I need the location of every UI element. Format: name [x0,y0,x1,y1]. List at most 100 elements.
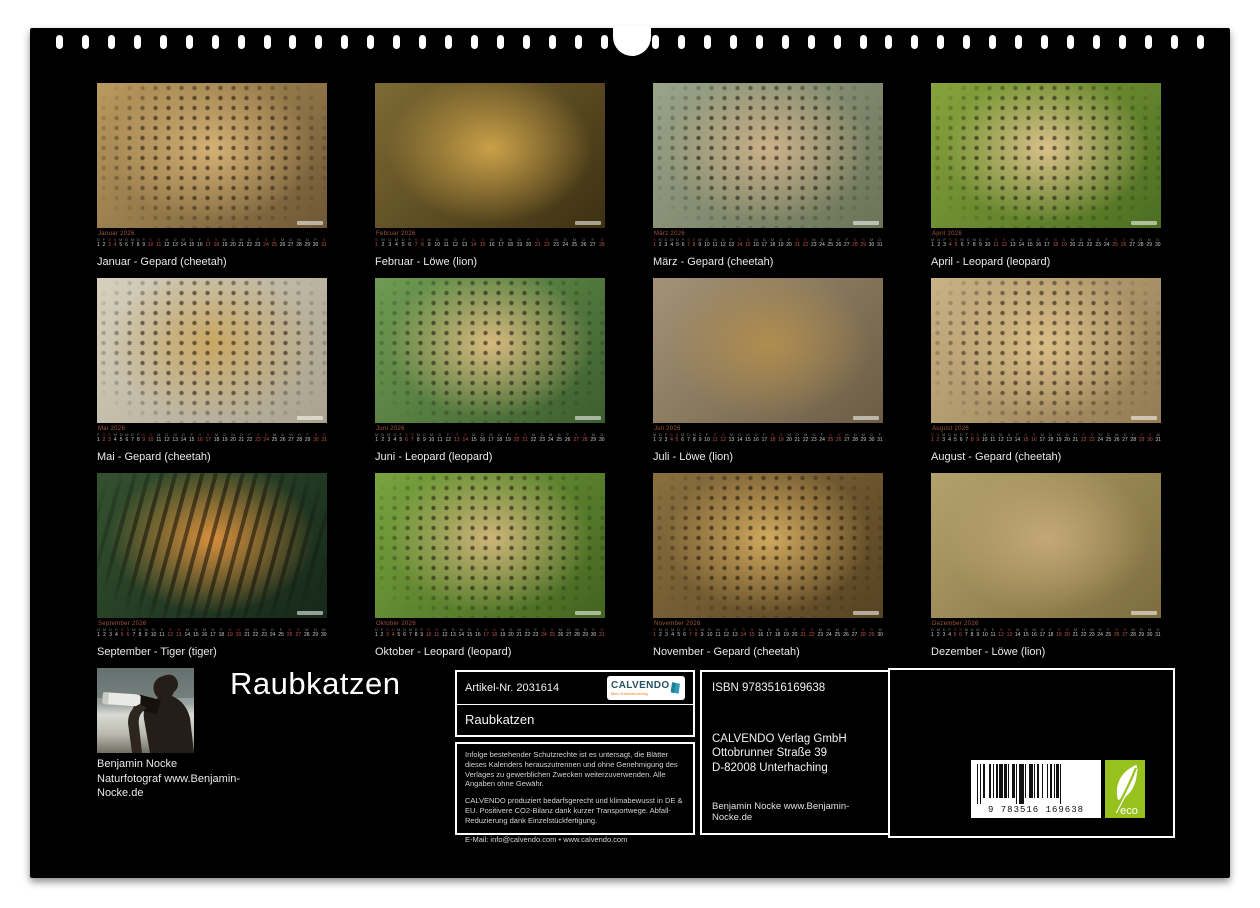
mini-calendar-day: S21 [522,433,528,443]
mini-calendar-day: S29 [869,628,875,638]
mini-calendar-day: D23 [1095,238,1101,248]
mini-calendar-day: D24 [562,238,568,248]
mini-calendar-day: M15 [745,433,751,443]
mini-calendar-day: S28 [599,238,605,248]
mini-calendar-day: M20 [786,433,792,443]
mini-calendar-day: D5 [677,628,680,638]
mini-calendar-day: F26 [565,433,571,443]
mini-calendar-day: S21 [795,238,801,248]
mini-calendar-day: M2 [381,238,384,248]
mini-calendar-day: S22 [803,238,809,248]
mini-calendar-day: M21 [244,628,250,638]
mini-calendar-day: D17 [210,628,216,638]
mini-calendar-day: S11 [434,628,439,638]
mini-calendar-day: S27 [1122,628,1128,638]
mini-calendar-day: D1 [931,628,934,638]
mini-calendar-day: D10 [434,238,440,248]
mini-calendar-day: S3 [386,628,389,638]
binding-hole [704,35,711,49]
mini-calendar-day: D12 [724,628,730,638]
mini-calendar-day: F13 [729,238,735,248]
mini-calendar-day: D15 [1023,628,1029,638]
mini-calendar-day: M27 [1129,238,1135,248]
mini-calendar-day: S4 [670,433,673,443]
mini-calendar-day: M7 [409,628,412,638]
calendar-back-page: Januar 2026D1F2S3S4M5D6M7D8F9S10S11M12D1… [30,28,1230,878]
binding-hole [445,35,452,49]
mini-calendar-day: M9 [976,628,979,638]
mini-calendar-day: M23 [818,628,824,638]
mini-calendar-day: F6 [683,628,686,638]
mini-calendar-day: M23 [1089,628,1095,638]
mini-calendar-day: S4 [392,628,395,638]
calvendo-page-icon [670,679,681,697]
eco-leaf-icon: eco [1105,760,1145,818]
mini-calendar-day: S12 [167,628,173,638]
mini-calendar: Juli 2026M1D2F3S4S5M6D7M8D9F10S11S12M13D… [653,426,883,447]
mini-calendar-day: D6 [960,433,963,443]
mini-calendar-day: D17 [766,628,772,638]
mini-calendar-day: D3 [109,628,112,638]
mini-calendar-day: S8 [693,238,696,248]
article-title: Raubkatzen [457,705,693,734]
mini-calendar-day: M24 [548,433,554,443]
mini-calendar-day: S9 [142,433,145,443]
mini-calendar-day: F29 [305,433,311,443]
mini-calendar-day: M26 [1114,433,1120,443]
publisher-box: ISBN 9783516169638 CALVENDO Verlag GmbH … [700,670,890,835]
binding-hole [1067,35,1074,49]
mini-calendar-day: S4 [949,238,952,248]
mini-calendar-day: M6 [125,433,128,443]
binding-hole [963,35,970,49]
month-cell: Mai 2026F1S2S3M4D5M6D7F8S9S10M11D12M13D1… [97,278,327,463]
mini-calendar-day: D24 [1097,628,1103,638]
mini-calendar-day: M3 [942,433,945,443]
mini-calendar-day: F9 [142,238,145,248]
barcode-bars [977,764,1095,804]
mini-calendar-day: D6 [125,238,128,248]
mini-calendar-day: M2 [658,238,661,248]
mini-calendar-day: S11 [712,433,717,443]
mini-calendar-day: S22 [544,238,550,248]
month-label: Dezember - Löwe (lion) [931,646,1161,658]
publisher-city: D-82008 Unterhaching [712,761,878,775]
photographer-credit: Benjamin Nocke www.Benjamin-Nocke.de [712,801,878,823]
mini-calendar-day: D12 [452,238,458,248]
mini-calendar-day: D7 [967,238,970,248]
mini-calendar-day: D19 [222,433,228,443]
mini-calendar-day: D26 [581,238,587,248]
mini-calendar-day: S13 [176,628,182,638]
mini-calendar-day: S10 [148,238,154,248]
mini-calendar-day: S15 [1023,433,1029,443]
photo-credit [1131,611,1157,615]
mini-calendar-day: S30 [1147,433,1153,443]
mini-calendar-day: M21 [238,238,244,248]
mini-calendar-day: S24 [541,628,547,638]
month-cell: Dezember 2026D1M2D3F4S5S6M7D8M9D10F11S12… [931,473,1161,658]
eco-logo: eco [1105,760,1145,818]
mini-calendar-day: F14 [1015,433,1021,443]
mini-calendar-day: D18 [497,433,503,443]
legal-text-1: Infolge bestehender Schutzrechte ist es … [465,750,685,789]
binding-hole [911,35,918,49]
mini-calendar-day: D2 [937,238,940,248]
mini-calendar-day: S14 [471,238,477,248]
mini-calendar-day: S26 [287,628,293,638]
mini-calendar-day: D22 [525,628,531,638]
mini-calendar-day: M18 [770,238,776,248]
binding-hole [1015,35,1022,49]
mini-calendar-days: D1M2D3F4S5S6M7D8M9D10F11S12S13M14D15M16D… [97,628,327,638]
mini-calendar-day: M29 [591,433,597,443]
mini-calendar-day: F4 [115,628,118,638]
photo-credit [1131,416,1157,420]
mini-calendar-day: S29 [1139,433,1145,443]
mini-calendar-day: F25 [278,628,284,638]
binding-hole [367,35,374,49]
mini-calendar-day: D1 [375,628,378,638]
fur-pattern [931,278,1161,423]
mini-calendar-day: M20 [1070,238,1076,248]
binding-hole [1041,35,1048,49]
mini-calendar-day: M28 [296,238,302,248]
mini-calendar-day: F3 [665,433,668,443]
mini-calendar-day: S5 [955,238,958,248]
